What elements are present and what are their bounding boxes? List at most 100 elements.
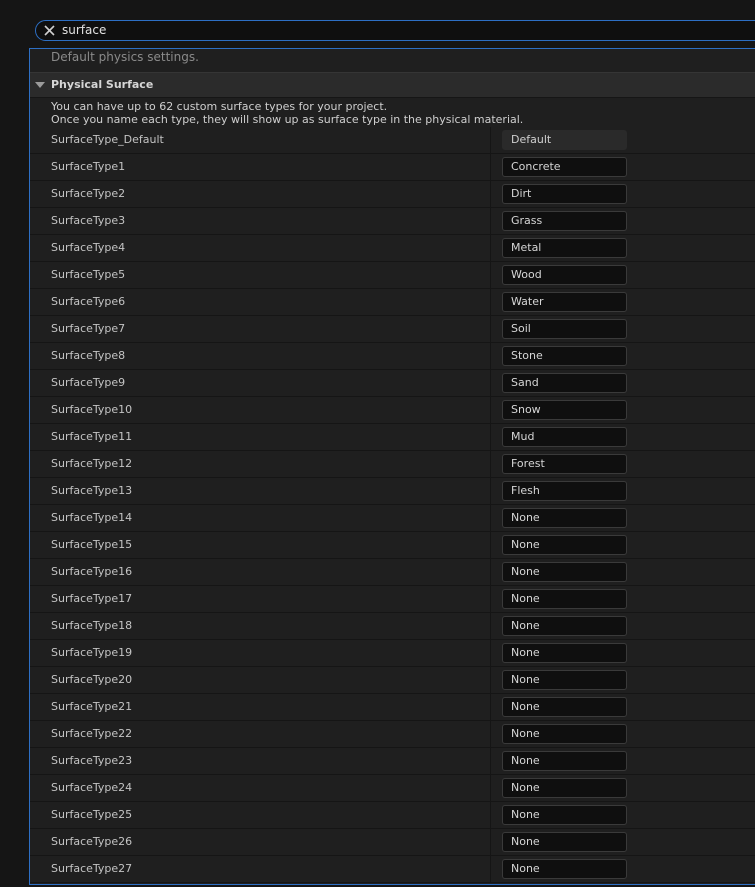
property-row: SurfaceType5 Wood (30, 262, 755, 289)
surface-name-field[interactable]: None (502, 616, 627, 636)
section-header-physical-surface[interactable]: Physical Surface (30, 72, 755, 98)
property-row: SurfaceType24 None (30, 775, 755, 802)
column-divider[interactable] (490, 208, 491, 234)
property-label: SurfaceType26 (51, 835, 133, 848)
property-row: SurfaceType16 None (30, 559, 755, 586)
column-divider[interactable] (490, 370, 491, 396)
property-row: SurfaceType1 Concrete (30, 154, 755, 181)
property-label: SurfaceType10 (51, 403, 133, 416)
property-row: SurfaceType7 Soil (30, 316, 755, 343)
property-row: SurfaceType19 None (30, 640, 755, 667)
property-label: SurfaceType27 (51, 862, 133, 875)
surface-name-field[interactable]: None (502, 670, 627, 690)
section-title: Physical Surface (51, 78, 154, 91)
surface-name-field[interactable]: None (502, 751, 627, 771)
column-divider[interactable] (490, 721, 491, 747)
column-divider[interactable] (490, 748, 491, 774)
property-label: SurfaceType24 (51, 781, 133, 794)
surface-name-field[interactable]: Sand (502, 373, 627, 393)
property-row: SurfaceType13 Flesh (30, 478, 755, 505)
property-label: SurfaceType8 (51, 349, 126, 362)
column-divider[interactable] (490, 289, 491, 315)
surface-name-field[interactable]: None (502, 724, 627, 744)
property-row: SurfaceType4 Metal (30, 235, 755, 262)
column-divider[interactable] (490, 532, 491, 558)
search-input[interactable]: surface (62, 22, 106, 39)
surface-name-field[interactable]: None (502, 643, 627, 663)
surface-name-field[interactable]: None (502, 805, 627, 825)
column-divider[interactable] (490, 451, 491, 477)
column-divider[interactable] (490, 640, 491, 666)
surface-name-field[interactable]: None (502, 832, 627, 852)
search-bar[interactable]: surface (35, 20, 755, 41)
column-divider[interactable] (490, 802, 491, 828)
property-row: SurfaceType18 None (30, 613, 755, 640)
help-line-2: Once you name each type, they will show … (51, 113, 524, 126)
surface-name-field[interactable]: None (502, 697, 627, 717)
property-label: SurfaceType_Default (51, 133, 164, 146)
column-divider[interactable] (490, 127, 491, 153)
surface-name-field[interactable]: Mud (502, 427, 627, 447)
property-label: SurfaceType20 (51, 673, 133, 686)
column-divider[interactable] (490, 424, 491, 450)
property-label: SurfaceType7 (51, 322, 126, 335)
surface-name-field[interactable]: Stone (502, 346, 627, 366)
column-divider[interactable] (490, 397, 491, 423)
column-divider[interactable] (490, 613, 491, 639)
column-divider[interactable] (490, 694, 491, 720)
surface-name-field[interactable]: Dirt (502, 184, 627, 204)
surface-name-field[interactable]: None (502, 535, 627, 555)
property-label: SurfaceType19 (51, 646, 133, 659)
surface-name-field[interactable]: None (502, 508, 627, 528)
surface-name-field[interactable]: Water (502, 292, 627, 312)
column-divider[interactable] (490, 829, 491, 855)
property-row: SurfaceType9 Sand (30, 370, 755, 397)
surface-name-field[interactable]: Wood (502, 265, 627, 285)
property-label: SurfaceType3 (51, 214, 126, 227)
surface-name-field[interactable]: Concrete (502, 157, 627, 177)
surface-name-field[interactable]: None (502, 859, 627, 879)
column-divider[interactable] (490, 181, 491, 207)
column-divider[interactable] (490, 343, 491, 369)
property-label: SurfaceType15 (51, 538, 133, 551)
chevron-down-icon[interactable] (35, 82, 45, 88)
property-label: SurfaceType16 (51, 565, 133, 578)
property-row: SurfaceType15 None (30, 532, 755, 559)
column-divider[interactable] (490, 775, 491, 801)
property-label: SurfaceType1 (51, 160, 126, 173)
property-label: SurfaceType25 (51, 808, 133, 821)
property-row: SurfaceType27 None (30, 856, 755, 883)
property-label: SurfaceType6 (51, 295, 126, 308)
surface-name-field[interactable]: Snow (502, 400, 627, 420)
surface-name-field[interactable]: Soil (502, 319, 627, 339)
property-row: SurfaceType11 Mud (30, 424, 755, 451)
property-row: SurfaceType8 Stone (30, 343, 755, 370)
column-divider[interactable] (490, 262, 491, 288)
surface-name-field[interactable]: Metal (502, 238, 627, 258)
surface-name-field[interactable]: Flesh (502, 481, 627, 501)
column-divider[interactable] (490, 235, 491, 261)
column-divider[interactable] (490, 478, 491, 504)
property-row: SurfaceType26 None (30, 829, 755, 856)
column-divider[interactable] (490, 316, 491, 342)
property-row: SurfaceType2 Dirt (30, 181, 755, 208)
surface-name-field[interactable]: None (502, 562, 627, 582)
column-divider[interactable] (490, 559, 491, 585)
surface-name-field[interactable]: Forest (502, 454, 627, 474)
column-divider[interactable] (490, 505, 491, 531)
property-label: SurfaceType13 (51, 484, 133, 497)
section-help-text: You can have up to 62 custom surface typ… (51, 100, 523, 126)
help-line-1: You can have up to 62 custom surface typ… (51, 100, 388, 113)
column-divider[interactable] (490, 667, 491, 693)
column-divider[interactable] (490, 586, 491, 612)
column-divider[interactable] (490, 856, 491, 882)
surface-name-field[interactable]: None (502, 589, 627, 609)
surface-name-field[interactable]: None (502, 778, 627, 798)
close-icon[interactable] (42, 23, 57, 38)
details-panel: Default physics settings. Physical Surfa… (29, 48, 755, 885)
surface-name-field[interactable]: Grass (502, 211, 627, 231)
property-label: SurfaceType2 (51, 187, 126, 200)
column-divider[interactable] (490, 154, 491, 180)
property-label: SurfaceType4 (51, 241, 126, 254)
property-label: SurfaceType9 (51, 376, 126, 389)
